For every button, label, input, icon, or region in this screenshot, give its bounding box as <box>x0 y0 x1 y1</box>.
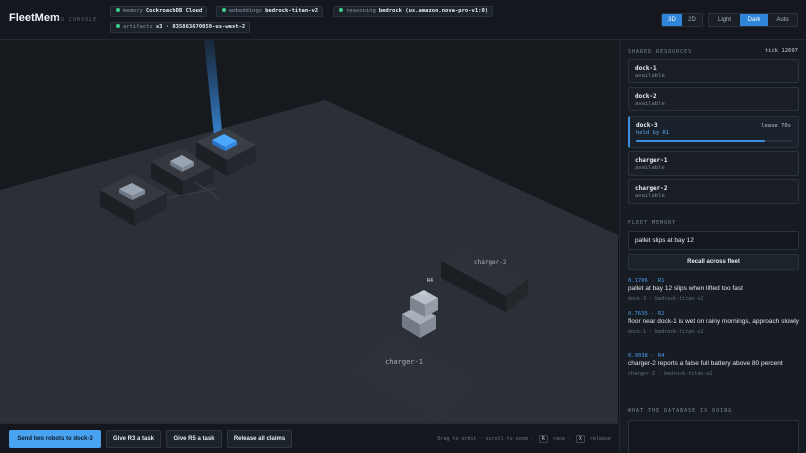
resource-name: charger-2 <box>635 185 668 192</box>
memory-result[interactable]: 0.1706 · R1 pallet at bay 12 slips when … <box>628 278 799 302</box>
memory-result[interactable]: 0.7635 · R2 floor near dock-1 is wet on … <box>628 311 799 335</box>
app-window: FleetMem 3D CONSOLE memory CockroachDB Cl… <box>0 0 806 453</box>
status-dot-icon <box>116 24 120 28</box>
tick-counter: tick 12697 <box>764 48 798 54</box>
recall-button[interactable]: Recall across fleet <box>628 254 799 270</box>
resource-name: charger-1 <box>635 157 668 164</box>
pill-key: artifacts <box>123 24 153 30</box>
memory-source: dock-3 · bedrock-titan-v2 <box>628 295 704 302</box>
shared-resources-title: SHARED RESOURCES <box>628 49 693 55</box>
memory-source: charger-2 · bedrock-titan-v2 <box>628 370 713 377</box>
status-dot-icon <box>339 8 343 12</box>
memory-text: charger-2 reports a false full battery a… <box>628 360 783 367</box>
memory-score: 0.9038 · R4 <box>628 353 665 359</box>
resource-status: available <box>635 73 665 79</box>
robot-r4-label: R4 <box>427 278 433 284</box>
lease-progress <box>636 140 792 142</box>
memory-text: floor near dock-1 is wet on rainy mornin… <box>628 318 799 325</box>
resource-status: available <box>635 193 665 199</box>
lease-timer: lease 70s <box>761 123 791 129</box>
race-key: R <box>538 435 548 443</box>
release-key: X <box>575 435 585 443</box>
pill-value: bedrock (us.amazon.nova-pro-v1:0) <box>378 8 489 14</box>
resource-status: available <box>635 165 665 171</box>
charger-2-label: charger-2 <box>474 259 507 266</box>
artifacts-pill: artifacts s3 · 835863670059-us-west-2 <box>110 22 251 33</box>
robot-r1-label: R1 <box>421 291 427 297</box>
resource-status: held by R1 <box>636 130 670 136</box>
pill-value: CockroachDB Cloud <box>145 8 203 14</box>
side-panel: SHARED RESOURCES tick 12697 dock-1 avail… <box>619 40 806 453</box>
memory-query-input[interactable]: pallet slips at bay 12 <box>628 231 799 250</box>
theme-auto-button[interactable]: Auto <box>768 14 797 26</box>
hint-text: Drag to orbit · scroll to zoom · <box>437 436 534 442</box>
action-bar: Send two robots to dock-3 Give R3 a task… <box>0 423 619 453</box>
view-2d-button[interactable]: 2D <box>682 14 702 26</box>
header-bar: FleetMem 3D CONSOLE memory CockroachDB Cl… <box>0 0 806 40</box>
fleet-memory-title: FLEET MEMORY <box>628 220 677 226</box>
resource-status: available <box>635 101 665 107</box>
resource-dock-2[interactable]: dock-2 available <box>628 87 799 111</box>
app-title: FleetMem <box>9 12 60 24</box>
theme-light-button[interactable]: Light <box>709 14 740 26</box>
scene-canvas[interactable]: charger-2 charger-1 R1 R4 <box>0 40 618 423</box>
status-dot-icon <box>222 8 226 12</box>
resource-name: dock-3 <box>636 122 658 129</box>
database-activity-title: WHAT THE DATABASE IS DOING <box>628 408 733 414</box>
pill-value: s3 · 835863670059-us-west-2 <box>155 24 246 30</box>
pill-key: embeddings <box>229 8 263 14</box>
send-two-robots-button[interactable]: Send two robots to dock-3 <box>9 430 101 448</box>
resource-charger-2[interactable]: charger-2 available <box>628 179 799 204</box>
resource-name: dock-2 <box>635 93 657 100</box>
memory-text: pallet at bay 12 slips when lifted too f… <box>628 285 743 292</box>
controls-hint: Drag to orbit · scroll to zoom · R race … <box>437 435 611 443</box>
reasoning-pill: reasoning bedrock (us.amazon.nova-pro-v1:… <box>333 6 494 17</box>
give-r5-task-button[interactable]: Give R5 a task <box>166 430 222 448</box>
charger-1-label: charger-1 <box>385 358 423 366</box>
pill-value: bedrock-titan-v2 <box>265 8 319 14</box>
memory-pill: memory CockroachDB Cloud <box>110 6 208 17</box>
memory-score: 0.1706 · R1 <box>628 278 665 284</box>
pill-key: memory <box>123 8 143 14</box>
memory-source: dock-1 · bedrock-titan-v2 <box>628 328 704 335</box>
memory-score: 0.7635 · R2 <box>628 311 665 317</box>
view-3d-button[interactable]: 3D <box>662 14 682 26</box>
resource-name: dock-1 <box>635 65 657 72</box>
status-dot-icon <box>116 8 120 12</box>
view-mode-toggle: 3D 2D <box>661 13 703 27</box>
lease-progress-fill <box>636 140 766 142</box>
memory-result[interactable]: 0.9038 · R4 charger-2 reports a false fu… <box>628 353 799 377</box>
theme-dark-button[interactable]: Dark <box>740 14 768 26</box>
resource-charger-1[interactable]: charger-1 available <box>628 151 799 176</box>
race-label: race · <box>552 436 571 442</box>
embeddings-pill: embeddings bedrock-titan-v2 <box>216 6 324 17</box>
resource-dock-1[interactable]: dock-1 available <box>628 59 799 83</box>
give-r3-task-button[interactable]: Give R3 a task <box>106 430 161 448</box>
pill-key: reasoning <box>346 8 376 14</box>
release-all-claims-button[interactable]: Release all claims <box>227 430 292 448</box>
app-subtitle: 3D CONSOLE <box>57 17 98 23</box>
3d-viewport[interactable]: charger-2 charger-1 R1 R4 <box>0 40 618 423</box>
resource-dock-3[interactable]: dock-3 held by R1 lease 70s <box>628 116 799 148</box>
database-activity-log <box>628 420 799 453</box>
release-label: release <box>589 436 611 442</box>
theme-toggle: Light Dark Auto <box>708 13 798 27</box>
